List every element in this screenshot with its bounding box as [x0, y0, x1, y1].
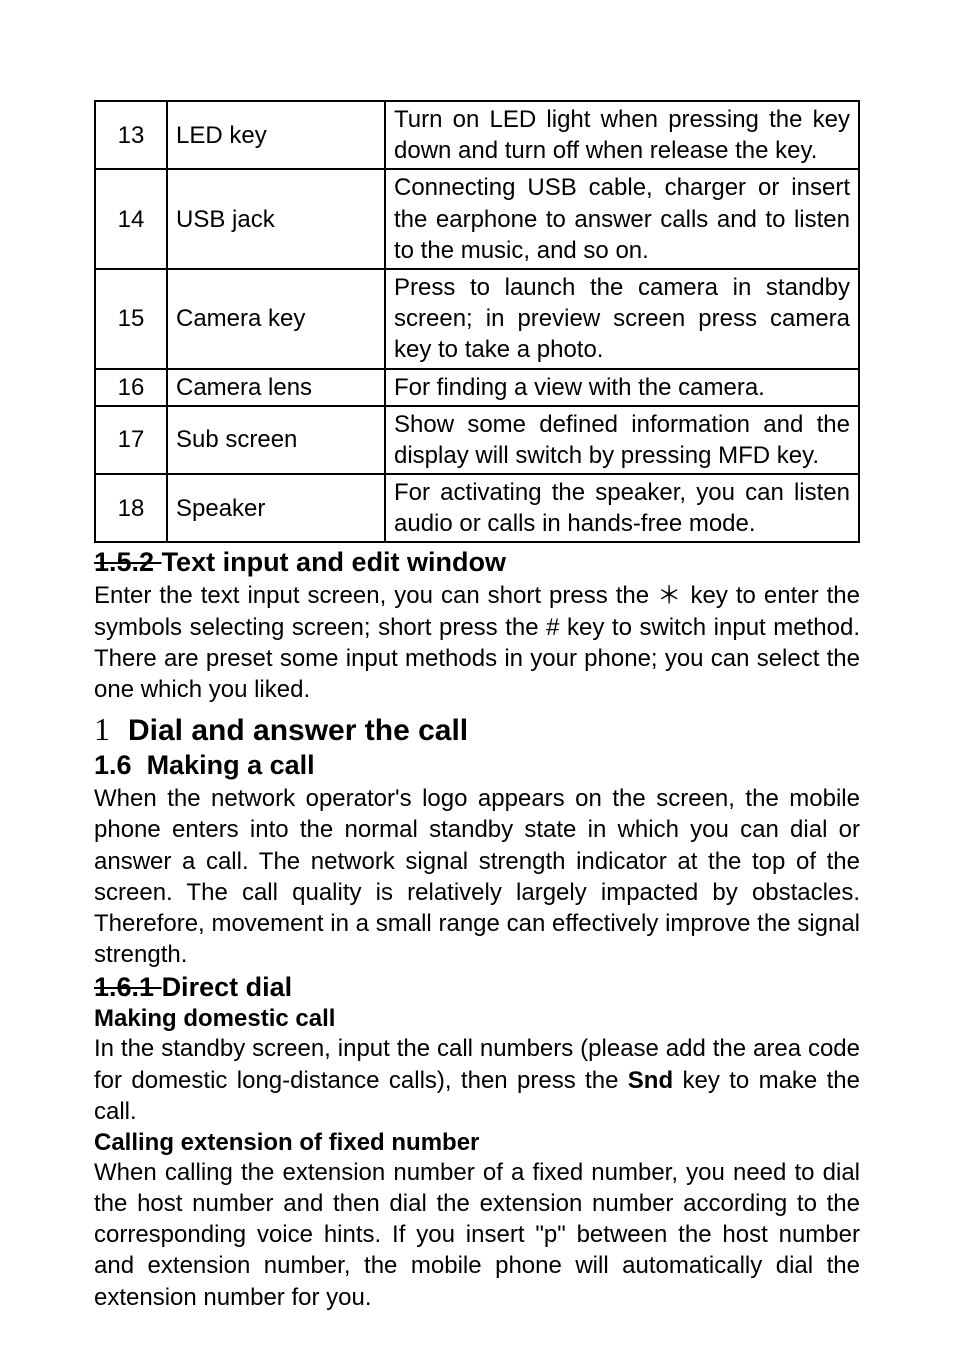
- table-row: 16Camera lensFor finding a view with the…: [95, 369, 859, 406]
- document-page: 13LED keyTurn on LED light when pressing…: [0, 0, 954, 1365]
- cell-number: 17: [95, 406, 167, 474]
- heading-1-6-1: 1.6.1 Direct dial: [94, 972, 860, 1003]
- subheading-extension: Calling extension of fixed number: [94, 1129, 860, 1157]
- cell-name: Camera key: [167, 269, 385, 369]
- paragraph-extension: When calling the extension number of a f…: [94, 1157, 860, 1313]
- cell-name: Sub screen: [167, 406, 385, 474]
- heading-1-6: 1.6 Making a call: [94, 750, 860, 781]
- cell-description: For activating the speaker, you can list…: [385, 474, 859, 542]
- cell-name: LED key: [167, 101, 385, 169]
- heading-number: 1.6: [94, 750, 132, 780]
- cell-number: 18: [95, 474, 167, 542]
- cell-description: For finding a view with the camera.: [385, 369, 859, 406]
- cell-name: Speaker: [167, 474, 385, 542]
- paragraph-making-call: When the network operator's logo appears…: [94, 783, 860, 970]
- table-row: 13LED keyTurn on LED light when pressing…: [95, 101, 859, 169]
- chapter-heading: 1 Dial and answer the call: [94, 711, 860, 748]
- subheading-domestic-call: Making domestic call: [94, 1005, 860, 1033]
- cell-number: 15: [95, 269, 167, 369]
- chapter-title: Dial and answer the call: [128, 714, 468, 747]
- chapter-number: 1: [94, 711, 110, 747]
- cell-number: 16: [95, 369, 167, 406]
- paragraph-domestic-call: In the standby screen, input the call nu…: [94, 1033, 860, 1127]
- table-row: 14USB jackConnecting USB cable, charger …: [95, 169, 859, 269]
- cell-description: Show some defined information and the di…: [385, 406, 859, 474]
- paragraph-text-input: Enter the text input screen, you can sho…: [94, 580, 860, 705]
- cell-description: Turn on LED light when pressing the key …: [385, 101, 859, 169]
- snd-key-label: Snd: [628, 1067, 673, 1094]
- heading-number: 1.6.1: [94, 972, 162, 1002]
- cell-description: Press to launch the camera in standby sc…: [385, 269, 859, 369]
- cell-name: USB jack: [167, 169, 385, 269]
- cell-number: 13: [95, 101, 167, 169]
- cell-number: 14: [95, 169, 167, 269]
- cell-name: Camera lens: [167, 369, 385, 406]
- heading-1-5-2: 1.5.2 Text input and edit window: [94, 547, 860, 578]
- cell-description: Connecting USB cable, charger or insert …: [385, 169, 859, 269]
- heading-text: Direct dial: [162, 972, 293, 1002]
- key-description-table: 13LED keyTurn on LED light when pressing…: [94, 100, 860, 543]
- heading-text: Making a call: [147, 750, 315, 780]
- heading-number: 1.5.2: [94, 547, 162, 577]
- table-row: 15Camera keyPress to launch the camera i…: [95, 269, 859, 369]
- heading-text: Text input and edit window: [162, 547, 506, 577]
- table-row: 18SpeakerFor activating the speaker, you…: [95, 474, 859, 542]
- table-row: 17Sub screenShow some defined informatio…: [95, 406, 859, 474]
